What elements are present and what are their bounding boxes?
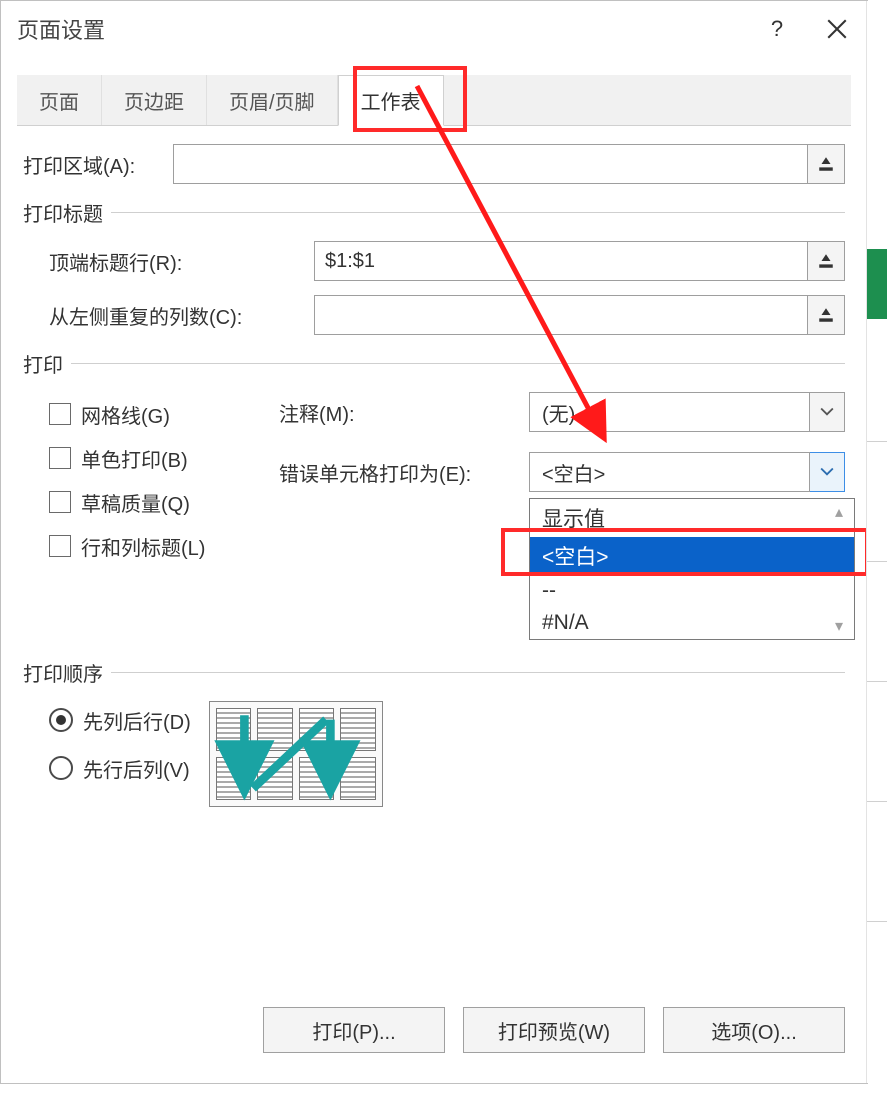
checkbox-icon [49, 491, 71, 513]
help-button[interactable]: ? [747, 1, 807, 57]
chevron-down-icon [810, 392, 845, 432]
tabstrip: 页面 页边距 页眉/页脚 工作表 [17, 75, 851, 126]
chevron-down-icon [810, 452, 845, 492]
top-title-row-input[interactable] [314, 241, 808, 281]
comments-select[interactable]: (无) [529, 392, 845, 432]
checkbox-gridlines[interactable]: 网格线(G) [49, 392, 269, 436]
collapse-dialog-icon [817, 155, 835, 173]
close-button[interactable] [807, 1, 867, 57]
left-repeat-cols-input[interactable] [314, 295, 808, 335]
checkbox-icon [49, 403, 71, 425]
print-button[interactable]: 打印(P)... [263, 1007, 445, 1053]
collapse-dialog-icon [817, 306, 835, 324]
comments-label: 注释(M): [279, 398, 529, 427]
page-setup-dialog: 页面设置 ? 页面 页边距 页眉/页脚 工作表 打印区域(A): [0, 0, 868, 1084]
checkbox-black-white[interactable]: 单色打印(B) [49, 436, 269, 480]
checkbox-icon [49, 447, 71, 469]
option-blank[interactable]: <空白> [530, 537, 854, 575]
print-preview-button[interactable]: 打印预览(W) [463, 1007, 645, 1053]
comments-select-value: (无) [529, 392, 810, 432]
tab-header-footer[interactable]: 页眉/页脚 [207, 75, 338, 125]
tab-margins[interactable]: 页边距 [102, 75, 207, 125]
radio-icon [49, 708, 73, 732]
radio-down-then-over[interactable]: 先列后行(D) [49, 701, 191, 739]
option-display-value[interactable]: 显示值 [530, 499, 854, 537]
tab-sheet[interactable]: 工作表 [338, 75, 444, 126]
option-dashes[interactable]: -- [530, 575, 854, 607]
print-area-input[interactable] [173, 144, 808, 184]
dialog-title: 页面设置 [17, 13, 747, 45]
print-area-label: 打印区域(A): [23, 150, 173, 179]
errors-dropdown-list: 显示值 <空白> -- #N/A ▴ ▾ [529, 498, 855, 640]
titlebar: 页面设置 ? [1, 1, 867, 57]
left-repeat-cols-label: 从左侧重复的列数(C): [49, 301, 314, 330]
tab-page[interactable]: 页面 [17, 75, 102, 125]
scroll-up-icon[interactable]: ▴ [828, 501, 850, 523]
left-repeat-cols-ref-button[interactable] [808, 295, 845, 335]
errors-select[interactable]: <空白> [529, 452, 845, 492]
options-button[interactable]: 选项(O)... [663, 1007, 845, 1053]
checkbox-icon [49, 535, 71, 557]
section-print-order: 打印顺序 [23, 658, 111, 687]
radio-icon [49, 756, 73, 780]
scroll-down-icon[interactable]: ▾ [828, 615, 850, 637]
top-title-row-label: 顶端标题行(R): [49, 247, 314, 276]
print-order-preview-icon [209, 701, 383, 807]
errors-select-value: <空白> [529, 452, 810, 492]
checkbox-row-col-headings[interactable]: 行和列标题(L) [49, 524, 269, 568]
section-print-titles: 打印标题 [23, 198, 111, 227]
errors-label: 错误单元格打印为(E): [279, 458, 529, 487]
print-area-ref-button[interactable] [808, 144, 845, 184]
top-title-row-ref-button[interactable] [808, 241, 845, 281]
option-na[interactable]: #N/A [530, 607, 854, 639]
collapse-dialog-icon [817, 252, 835, 270]
right-edge-strip [866, 1, 887, 1083]
close-icon [827, 19, 847, 39]
section-print: 打印 [23, 349, 71, 378]
radio-over-then-down[interactable]: 先行后列(V) [49, 749, 191, 787]
checkbox-draft[interactable]: 草稿质量(Q) [49, 480, 269, 524]
